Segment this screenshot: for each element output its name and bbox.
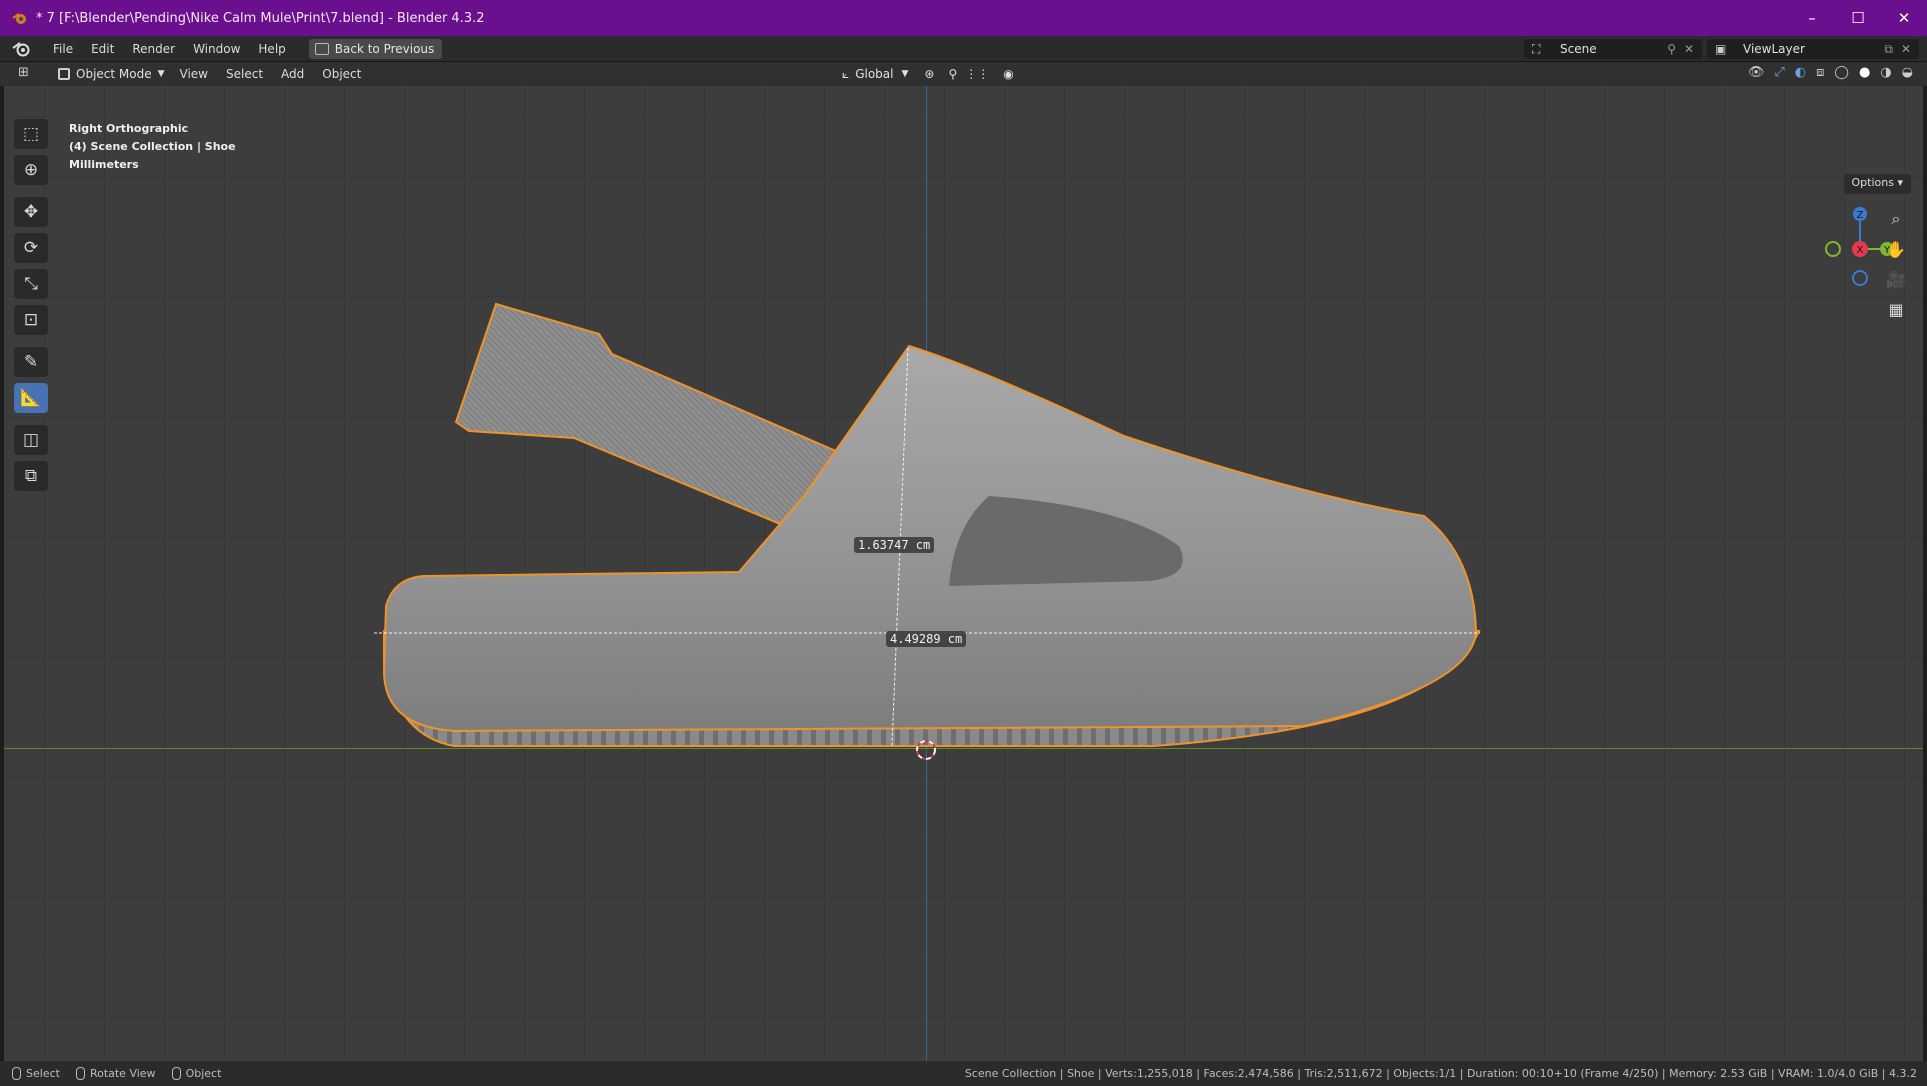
move-icon[interactable]: ✥ [14,197,48,227]
scale-icon[interactable]: ⤡ [14,269,48,299]
viewport-header: ⊞ Object Mode ▼ View Select Add Object ⟀… [0,62,1927,86]
blender-logo-icon [12,13,26,24]
menu-file[interactable]: File [44,36,82,62]
tool-shelf: ⬚ ⊕ ✥ ⟳ ⤡ ⊡ ✎ 📐 ◫ ⧉ [11,119,51,497]
minimize-button[interactable]: – [1789,0,1835,36]
back-to-previous-button[interactable]: Back to Previous [308,38,443,59]
mouse-right-icon [171,1067,181,1080]
visibility-icon[interactable]: 👁 [1748,65,1765,80]
snap-grid-icon[interactable]: ⋮⋮ [965,67,989,81]
mouse-middle-icon [75,1067,85,1080]
chevron-down-icon: ▼ [901,69,909,79]
scene-statistics: Scene Collection | Shoe | Verts:1,255,01… [964,1067,1917,1080]
duplicate-icon[interactable]: ⧉ [1884,42,1893,57]
shoe-model[interactable] [4,86,1923,1061]
editor-type-icon[interactable]: ⊞ [18,65,29,80]
measure-icon[interactable]: 📐 [14,383,48,413]
vp-menu-view[interactable]: View [171,67,217,81]
close-scene-icon[interactable]: ✕ [1684,42,1694,56]
status-object: Object [185,1067,222,1080]
svg-text:X: X [1857,245,1864,256]
gizmo-toggle-icon[interactable]: ⤢ [1774,65,1784,80]
back-to-previous-label: Back to Previous [334,41,435,56]
maximize-button[interactable]: ☐ [1835,0,1881,36]
scene-icon: ⛶ [1532,42,1541,56]
status-bar: Select Rotate View Object Scene Collecti… [0,1061,1927,1086]
shading-material-icon[interactable]: ◑ [1880,65,1891,80]
view-layer-name: ViewLayer [1743,42,1805,56]
svg-text:Z: Z [1857,210,1864,221]
measure-label-vertical: 1.63747 cm [854,537,935,553]
scene-name: Scene [1560,42,1597,56]
orientation-label: Global [855,67,894,81]
menu-render[interactable]: Render [123,36,184,62]
pan-hand-icon[interactable]: ✋ [1883,236,1909,262]
shading-wireframe-icon[interactable]: ◯ [1834,65,1849,80]
shading-rendered-icon[interactable]: ◒ [1902,65,1913,80]
vp-menu-add[interactable]: Add [272,67,313,81]
add-cube-icon[interactable]: ◫ [14,425,48,455]
snap-icon[interactable]: ⚲ [948,67,957,81]
proportional-edit-icon[interactable]: ◉ [1003,67,1013,81]
3d-viewport[interactable]: Right Orthographic (4) Scene Collection … [4,86,1923,1061]
xray-icon[interactable]: ⧈ [1816,65,1824,80]
cursor-icon[interactable]: ⊕ [14,155,48,185]
orientation-icon: ⟀ [842,66,850,81]
ortho-grid-icon[interactable]: ▦ [1883,296,1909,322]
object-mode-icon [58,68,70,80]
transform-icon[interactable]: ⊡ [14,305,48,335]
screen-icon [314,42,329,55]
zoom-icon[interactable]: ⌕ [1883,206,1909,232]
pivot-icon[interactable]: ⊛ [924,67,934,81]
menu-edit[interactable]: Edit [82,36,123,62]
select-box-icon[interactable]: ⬚ [14,119,48,149]
blender-menu-icon[interactable] [12,40,32,58]
gizmo-neg-y [1825,241,1841,257]
mouse-left-icon [12,1067,21,1080]
add-object-icon[interactable]: ⧉ [14,461,48,491]
menu-help[interactable]: Help [249,36,294,62]
title-bar: * 7 [F:\Blender\Pending\Nike Calm Mule\P… [0,0,1927,36]
status-rotate-view: Rotate View [89,1067,156,1080]
menu-window[interactable]: Window [184,36,249,62]
close-view-layer-icon[interactable]: ✕ [1901,42,1911,56]
status-select: Select [26,1067,60,1080]
view-layer-icon: ▣ [1715,42,1727,56]
mode-label: Object Mode [76,67,152,81]
close-button[interactable]: ✕ [1881,0,1927,36]
scene-selector[interactable]: ⛶ Scene ⚲ ✕ [1524,39,1702,59]
camera-view-icon[interactable]: 🎥 [1883,266,1909,292]
pin-icon[interactable]: ⚲ [1667,42,1676,56]
transform-orientation-selector[interactable]: ⟀ Global ▼ ⊛ ⚲ ⋮⋮ ◉ [842,64,1014,84]
shading-solid-icon[interactable]: ● [1859,65,1870,80]
vp-menu-select[interactable]: Select [217,67,272,81]
vp-menu-object[interactable]: Object [313,67,370,81]
options-label: Options [1851,176,1894,189]
mode-selector[interactable]: Object Mode ▼ [52,64,171,84]
chevron-down-icon: ▼ [157,69,165,79]
overlay-toggle-icon[interactable]: ◐ [1795,65,1806,80]
top-menu-bar: File Edit Render Window Help Back to Pre… [0,36,1927,62]
gizmo-neg-z [1852,270,1868,286]
options-dropdown[interactable]: Options ▾ [1843,174,1911,194]
window-title: * 7 [F:\Blender\Pending\Nike Calm Mule\P… [36,10,485,26]
measure-label-horizontal: 4.49289 cm [886,631,967,647]
view-layer-selector[interactable]: ▣ ViewLayer ⧉ ✕ [1707,39,1919,59]
rotate-icon[interactable]: ⟳ [14,233,48,263]
annotate-icon[interactable]: ✎ [14,347,48,377]
